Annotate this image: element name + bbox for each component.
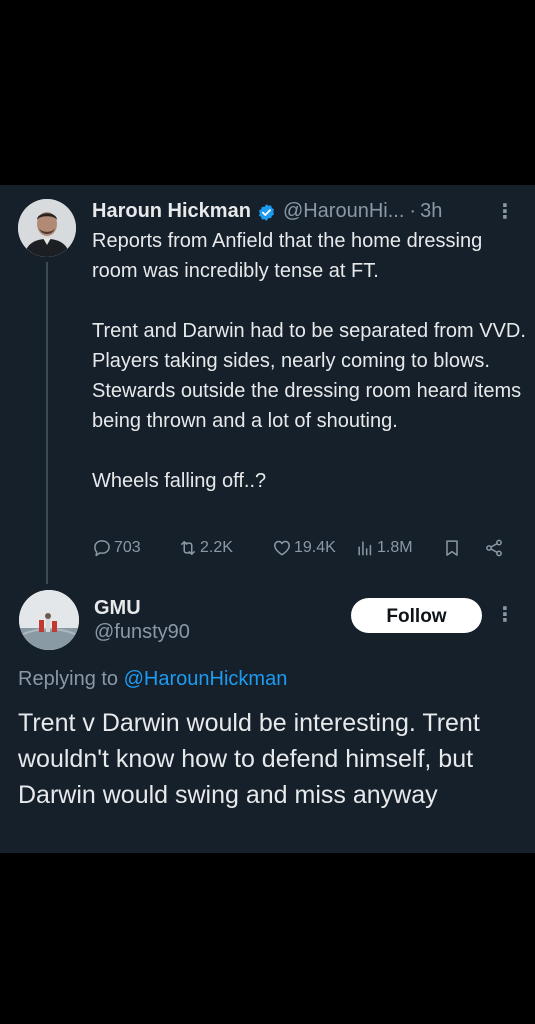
screenshot-page: Haroun Hickman @HarounHi... · 3h ⋮ Repor…	[0, 0, 535, 1024]
verified-badge-icon	[257, 202, 276, 221]
follow-button[interactable]: Follow	[351, 598, 482, 633]
share-icon	[486, 539, 502, 557]
views-count: 1.8M	[377, 539, 413, 556]
like-icon	[274, 540, 290, 556]
more-icon[interactable]: ⋮	[495, 200, 515, 224]
tweet-actions: 703 2.2K 19.4K 1.8M	[92, 534, 517, 562]
replying-to-label: Replying to	[18, 668, 119, 690]
author-avatar[interactable]	[18, 199, 76, 257]
replying-to: Replying to @HarounHickman	[18, 665, 287, 693]
tweet-header: Haroun Hickman @HarounHi... · 3h	[92, 197, 522, 225]
reply-author-avatar[interactable]	[19, 590, 79, 650]
tweet-text: Reports from Anfield that the home dress…	[92, 230, 526, 492]
reply-text: Trent v Darwin would be interesting. Tre…	[18, 709, 480, 809]
header-separator: ·	[409, 200, 417, 222]
repost-button[interactable]: 2.2K	[178, 534, 233, 562]
reply-button[interactable]: 703	[92, 534, 141, 562]
like-button[interactable]: 19.4K	[272, 534, 336, 562]
like-count: 19.4K	[294, 539, 336, 556]
views-button[interactable]: 1.8M	[355, 534, 413, 562]
thread-line	[46, 262, 48, 584]
bookmark-button[interactable]	[442, 534, 464, 562]
reply-count: 703	[114, 539, 141, 556]
reply-more-icon[interactable]: ⋮	[495, 603, 515, 627]
replying-to-handle[interactable]: @HarounHickman	[124, 668, 288, 690]
reply-icon	[94, 540, 110, 557]
views-icon	[358, 541, 372, 556]
repost-icon	[181, 541, 195, 555]
share-button[interactable]	[484, 534, 506, 562]
author-handle[interactable]: @HarounHi...	[283, 197, 404, 225]
reply-author-handle[interactable]: @funsty90	[94, 619, 190, 645]
tweet-time[interactable]: 3h	[420, 197, 442, 225]
reply-author-name[interactable]: GMU	[94, 595, 141, 621]
repost-count: 2.2K	[200, 539, 233, 556]
author-name[interactable]: Haroun Hickman	[92, 197, 251, 225]
bookmark-icon	[446, 540, 458, 556]
